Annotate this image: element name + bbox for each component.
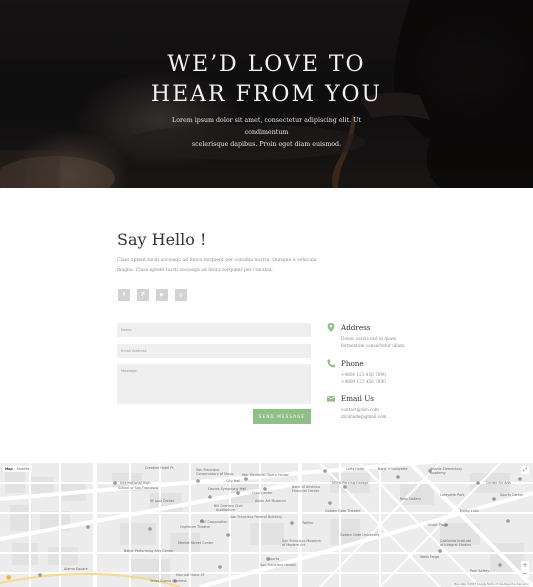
map-label-center-arts: Center for Arts (486, 481, 512, 485)
zoom-out-button[interactable]: − (522, 570, 527, 577)
envelope-icon (327, 396, 335, 402)
map-label-ggu: Golden Gate University (340, 533, 380, 537)
map-label-pac: PAC Corporation (200, 520, 228, 524)
map-label-sports: Sports Center (500, 493, 524, 497)
map-label-wells: Wells Fargo (420, 555, 440, 559)
say-hello-text-line1: Class aptent taciti sociosqu ad litora t… (117, 258, 317, 263)
map-label-civic-center: Civic Center (252, 491, 273, 495)
say-hello-text-line2: magna. Class aptent taciti sociosqu ad l… (117, 268, 274, 273)
map-label-twitter: Twitter (302, 521, 314, 525)
email-title: Email Us (341, 394, 374, 403)
map-label-market-street: Market Street Center (178, 541, 214, 545)
map-label-adams-2: Academy (430, 471, 446, 475)
map-label-creative-hotel: Creative Hotel Pr (145, 466, 174, 470)
map-label-ggt: Golden Gate Theatre (325, 509, 361, 513)
facebook-icon[interactable]: f (118, 289, 130, 301)
phone-line1: +4800 123 456 7890 (341, 372, 386, 377)
map-label-sf-jazz: SF Jazz Center (150, 499, 175, 503)
map-label-sf-conservatory-2: Conservatory of Music (196, 472, 234, 476)
email-line2: divimade@gmail.com (341, 414, 387, 419)
send-message-button[interactable]: SEND MESSAGE (253, 409, 311, 424)
map-label-alamo: Alamo Square (64, 567, 88, 571)
zoom-in-button[interactable]: + (522, 562, 527, 569)
map-label-nopa: NOPA Parking Garage (332, 481, 369, 485)
hero-title-line2: HEAR FROM YOU (150, 82, 383, 107)
instagram-icon[interactable]: ◎ (175, 289, 187, 301)
map-attribution[interactable]: Map data ©2023 Google Terms of Use Repor… (451, 583, 531, 586)
map-label-federal: San Francisco Federal Building (230, 515, 282, 519)
message-field[interactable]: Message (117, 364, 311, 404)
map-label-ross: Ross Gallery (400, 497, 421, 501)
map-label-sfmoma-2: of Modern Art (282, 543, 306, 547)
map-label-lafayette: Lafayette Park (440, 493, 465, 497)
location-pin-icon (327, 323, 335, 332)
map-label-asian-art: Asian Art Museum (255, 499, 286, 503)
map-label-dolby: Dolby Labs (460, 509, 479, 513)
map-label-marriott: Marriott Hotel SF (176, 573, 205, 577)
map-label-herald: San Francisco Herald (260, 563, 296, 567)
map-type-map[interactable]: Map (3, 466, 15, 472)
map-label-bank-lafayette: Bank + Lafayette (378, 467, 408, 471)
map-label-park-safety: Park Safety (470, 569, 490, 573)
email-field[interactable]: Email Address (117, 344, 311, 358)
hero-subtitle: Lorem ipsum dolor sit amet, consectetur … (150, 115, 383, 151)
hero-title: WE’D LOVE TO HEAR FROM YOU (0, 50, 533, 110)
phone-icon (327, 359, 335, 368)
map-embed[interactable]: Map Satellite Creative Hotel Pr Internat… (0, 463, 533, 587)
email-line1: contact@divi.com (341, 407, 379, 412)
youtube-icon[interactable]: ▶ (156, 289, 168, 301)
email-field-placeholder: Email Address (121, 349, 147, 353)
social-links: f P ▶ ◎ (118, 289, 187, 301)
map-label-bill-graham-2: Auditorium (216, 508, 235, 512)
address-title: Address (341, 323, 371, 332)
address-line2: fermentum consectetur ullam. (341, 343, 406, 348)
map-type-toggle[interactable]: Map Satellite (3, 466, 32, 472)
map-type-satellite[interactable]: Satellite (15, 466, 32, 472)
map-label-sparta: Sparta (268, 557, 280, 561)
hero-subtitle-line1: Lorem ipsum dolor sit amet, consectetur … (172, 117, 361, 136)
map-label-caltech-2: of Integral Studies (440, 543, 472, 547)
map-label-intl-high: International High (120, 481, 151, 485)
say-hello-title: Say Hello ! (117, 230, 207, 249)
phone-line2: +4800 123 456 7890 (341, 379, 386, 384)
map-label-city-hall: City Hall (226, 479, 241, 483)
map-label-union-plaza: Union Plaza (428, 523, 448, 527)
map-label-orpheum: Orpheum Theatre (180, 525, 211, 529)
fullscreen-icon[interactable]: ⤢ (521, 466, 529, 474)
map-label-opera: War Memorial Opera House (242, 473, 289, 477)
address-line1: Donec varius nisl in quam (341, 336, 397, 341)
map-label-davies: Davies Symphony Hall (208, 487, 247, 491)
hero-title-line1: WE’D LOVE TO (167, 52, 366, 77)
name-field[interactable]: Name (117, 323, 311, 337)
map-label-yerba: Yerba Buena Gardens (150, 579, 187, 583)
phone-title: Phone (341, 359, 364, 368)
name-field-placeholder: Name (121, 328, 132, 332)
say-hello-text: Class aptent taciti sociosqu ad litora t… (117, 256, 317, 276)
map-label-lofts: Lofts Hotel (346, 467, 365, 471)
message-field-placeholder: Message (121, 369, 137, 373)
map-label-ballet: Ballet Performing Arts Center (124, 549, 174, 553)
map-label-intl-high-2: School of San Francisco (118, 486, 158, 490)
pegman-icon[interactable]: ● (6, 574, 13, 583)
hero-section: WE’D LOVE TO HEAR FROM YOU Lorem ipsum d… (0, 0, 533, 188)
hero-subtitle-line2: scelerisque dapibus. Proin eget diam eui… (191, 141, 342, 148)
map-zoom-control: + − (521, 561, 529, 577)
map-label-boa-2: Financial Center (292, 489, 320, 493)
pinterest-icon[interactable]: P (137, 289, 149, 301)
